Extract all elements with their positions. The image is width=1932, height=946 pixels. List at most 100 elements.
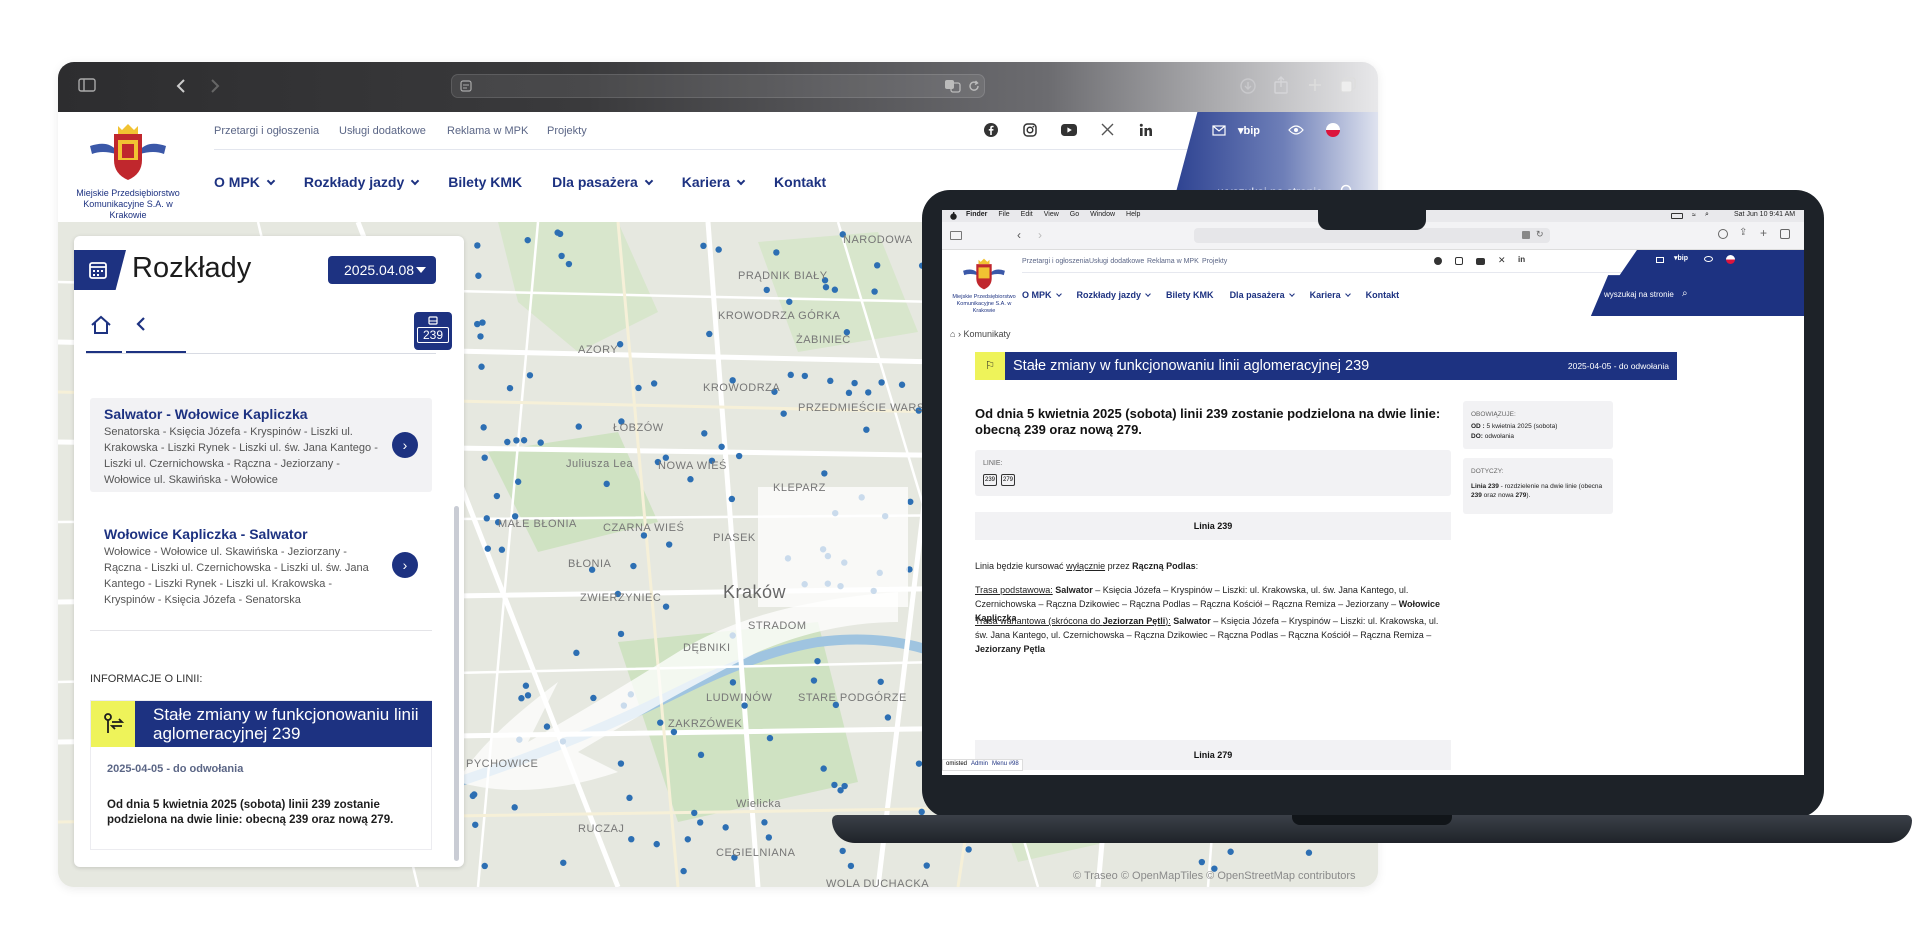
search-input[interactable]: wyszukaj na stronie — [1604, 290, 1674, 299]
tabs-overview-icon[interactable] — [1780, 229, 1790, 239]
instagram-icon[interactable] — [1023, 123, 1037, 137]
polish-flag-icon[interactable] — [1326, 123, 1340, 137]
address-bar[interactable]: ↻ — [1194, 228, 1550, 243]
nav-kariera[interactable]: Kariera — [682, 174, 746, 190]
line-number-badge[interactable]: 239 — [414, 312, 452, 350]
menubar-file[interactable]: File — [998, 211, 1009, 218]
top-link-uslugi[interactable]: Usługi dodatkowe — [1089, 258, 1144, 265]
menubar-window[interactable]: Window — [1090, 211, 1115, 218]
share-icon[interactable]: ⇪ — [1739, 227, 1747, 238]
admin-user[interactable]: omisted — [946, 761, 967, 769]
back-icon[interactable]: ‹ — [1017, 228, 1021, 242]
top-link-reklama[interactable]: Reklama w MPK — [447, 125, 528, 137]
linkedin-icon[interactable]: in — [1518, 255, 1525, 264]
menubar-view[interactable]: View — [1044, 211, 1059, 218]
nav-bilety-kmk[interactable]: Bilety KMK — [1166, 290, 1214, 300]
downloads-icon[interactable] — [1240, 78, 1256, 94]
bip-icon[interactable]: ▾bip — [1674, 254, 1688, 262]
nav-o-mpk[interactable]: O MPK — [1022, 290, 1062, 300]
menubar-go[interactable]: Go — [1070, 211, 1079, 218]
linkedin-icon[interactable] — [1139, 123, 1153, 137]
info-heading: INFORMACJE O LINII: — [90, 673, 203, 685]
translate-icon[interactable] — [1522, 231, 1530, 239]
top-link-przetargi[interactable]: Przetargi i ogłoszenia — [214, 125, 319, 137]
top-link-projekty[interactable]: Projekty — [1202, 258, 1227, 265]
reload-icon[interactable] — [968, 80, 980, 92]
nav-bilety-kmk[interactable]: Bilety KMK — [448, 174, 522, 190]
back-icon[interactable] — [176, 78, 186, 94]
menubar-edit[interactable]: Edit — [1021, 211, 1033, 218]
facebook-icon[interactable] — [1434, 257, 1442, 265]
x-twitter-icon[interactable] — [1101, 123, 1114, 136]
instagram-icon[interactable] — [1455, 257, 1463, 265]
nav-rozklady-jazdy[interactable]: Rozkłady jazdy — [1077, 290, 1151, 300]
route-open-button[interactable]: › — [392, 432, 418, 458]
forward-icon[interactable] — [210, 78, 220, 94]
new-tab-icon[interactable] — [1308, 78, 1322, 92]
nav-kariera[interactable]: Kariera — [1310, 290, 1351, 300]
forward-icon[interactable]: › — [1038, 228, 1042, 242]
mail-icon[interactable] — [1656, 257, 1664, 263]
admin-link[interactable]: Admin — [971, 761, 988, 769]
menubar-finder[interactable]: Finder — [966, 211, 987, 218]
panel-scrollbar[interactable] — [454, 506, 459, 861]
map-label: PRĄDNIK BIAŁY — [738, 270, 828, 282]
search-icon[interactable]: ⌕ — [1682, 288, 1688, 299]
tabs-overview-icon[interactable] — [1340, 77, 1356, 93]
share-icon[interactable] — [1274, 76, 1288, 94]
home-icon[interactable] — [90, 315, 112, 335]
breadcrumb-home-icon[interactable]: ⌂ — [950, 329, 955, 339]
youtube-icon[interactable] — [1476, 258, 1485, 265]
apple-logo-icon[interactable] — [950, 212, 957, 220]
map-label: NARODOWA — [843, 234, 913, 246]
facebook-icon[interactable] — [984, 123, 998, 137]
sidebar-toggle-icon[interactable] — [950, 231, 962, 240]
route-item[interactable]: Salwator - Wołowice Kapliczka Senatorska… — [90, 398, 432, 492]
top-link-uslugi[interactable]: Usługi dodatkowe — [339, 125, 426, 137]
nav-dla-pasazera[interactable]: Dla pasażera — [552, 174, 654, 190]
top-link-przetargi[interactable]: Przetargi i ogłoszenia — [1022, 258, 1089, 265]
info-card[interactable]: Stałe zmiany w funkcjonowaniu linii aglo… — [90, 700, 432, 850]
text-span: oraz nowa — [1481, 492, 1516, 499]
reload-icon[interactable]: ↻ — [1536, 229, 1544, 240]
od-label: OD : — [1471, 423, 1485, 430]
polish-flag-icon[interactable] — [1726, 255, 1735, 264]
breadcrumb: ⌂ › Komunikaty — [950, 329, 1011, 339]
youtube-icon[interactable] — [1061, 124, 1077, 136]
top-link-reklama[interactable]: Reklama w MPK — [1147, 258, 1199, 265]
mail-icon[interactable] — [1212, 125, 1226, 136]
accessibility-eye-icon[interactable] — [1288, 125, 1304, 135]
nav-kontakt[interactable]: Kontakt — [1366, 290, 1400, 300]
map-label: Wielicka — [736, 798, 781, 810]
route-item[interactable]: Wołowice Kapliczka - Salwator Wołowice -… — [90, 518, 432, 612]
mpk-logo[interactable]: Miejskie Przedsiębiorstwo Komunikacyjne … — [68, 120, 188, 220]
nav-kontakt[interactable]: Kontakt — [774, 174, 826, 190]
top-link-projekty[interactable]: Projekty — [547, 125, 587, 137]
route-title: Wołowice Kapliczka - Salwator — [104, 526, 308, 542]
nav-dla-pasazera[interactable]: Dla pasażera — [1230, 290, 1295, 300]
nav-o-mpk[interactable]: O MPK — [214, 174, 276, 190]
map-label: CEGIELNIANA — [716, 847, 796, 859]
admin-menu-link[interactable]: Menu #98 — [992, 761, 1019, 769]
date-picker[interactable]: 2025.04.08 — [328, 256, 436, 284]
breadcrumb-item[interactable]: Komunikaty — [963, 329, 1010, 339]
downloads-icon[interactable] — [1718, 229, 1728, 239]
sidebar-toggle-icon[interactable] — [78, 78, 96, 92]
address-bar[interactable] — [451, 74, 985, 98]
new-tab-icon[interactable]: + — [1760, 226, 1767, 240]
translate-icon[interactable] — [944, 79, 962, 93]
route-open-button[interactable]: › — [392, 552, 418, 578]
bip-icon[interactable]: ▾bip — [1238, 124, 1260, 137]
mpk-logo[interactable]: Miejskie Przedsiębiorstwo Komunikacyjne … — [946, 256, 1022, 314]
mpk-crest-icon — [90, 124, 166, 180]
menubar-help[interactable]: Help — [1126, 211, 1140, 218]
back-arrow-icon[interactable] — [136, 316, 146, 332]
main-nav: O MPK Rozkłady jazdy Bilety KMK Dla pasa… — [1022, 290, 1399, 300]
accessibility-eye-icon[interactable] — [1704, 256, 1713, 262]
x-twitter-icon[interactable]: ✕ — [1498, 255, 1506, 266]
line-badge[interactable]: 279 — [1001, 474, 1016, 486]
line-number: 239 — [417, 327, 449, 343]
nav-rozklady-jazdy[interactable]: Rozkłady jazdy — [304, 174, 420, 190]
line-badge[interactable]: 239 — [983, 474, 998, 486]
text-span: przez — [1105, 561, 1133, 571]
